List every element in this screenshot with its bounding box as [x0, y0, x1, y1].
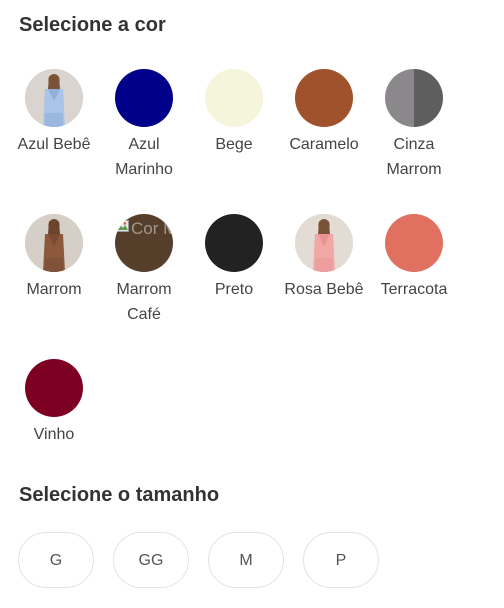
color-section-title: Selecione a cor — [19, 14, 166, 36]
color-option-bege[interactable]: Bege — [189, 69, 279, 157]
size-section-title: Selecione o tamanho — [19, 484, 220, 506]
color-circle — [205, 69, 263, 127]
color-circle — [25, 359, 83, 417]
color-option-terracota[interactable]: Terracota — [369, 214, 459, 302]
broken-image-thumbnail: Cor Marrom — [115, 214, 173, 272]
color-option-preto[interactable]: Preto — [189, 214, 279, 302]
product-photo-thumbnail — [25, 214, 83, 272]
color-option-azul-bebe[interactable]: Azul Bebê — [9, 69, 99, 157]
color-option-rosa-bebe[interactable]: Rosa Bebê — [279, 214, 369, 302]
broken-image-icon — [117, 220, 129, 232]
color-label: Azul Bebê — [17, 136, 91, 153]
color-option-cinza-marrom[interactable]: Cinza Marrom — [369, 69, 459, 182]
color-label: Cinza Marrom — [386, 136, 442, 178]
color-label: Terracota — [380, 281, 448, 298]
color-circle — [295, 69, 353, 127]
color-label: Rosa Bebê — [284, 281, 364, 298]
color-circle — [115, 69, 173, 127]
size-option-m[interactable]: M — [208, 532, 284, 588]
color-circle — [205, 214, 263, 272]
color-label: Bege — [215, 136, 253, 153]
size-option-p[interactable]: P — [303, 532, 379, 588]
color-option-marrom[interactable]: Marrom — [9, 214, 99, 302]
color-option-caramelo[interactable]: Caramelo — [279, 69, 369, 157]
color-label: Marrom Café — [116, 281, 172, 323]
broken-image-alt-text: Cor Marrom — [131, 219, 173, 238]
product-photo-thumbnail — [25, 69, 83, 127]
size-option-g[interactable]: G — [18, 532, 94, 588]
color-label: Caramelo — [289, 136, 359, 153]
color-circle — [385, 69, 443, 127]
product-photo-thumbnail — [295, 214, 353, 272]
color-option-marrom-cafe[interactable]: Cor Marrom Marrom Café — [99, 214, 189, 327]
color-label: Azul Marinho — [115, 136, 173, 178]
color-label: Preto — [214, 281, 254, 298]
size-option-gg[interactable]: GG — [113, 532, 189, 588]
color-label: Marrom — [26, 281, 82, 298]
color-circle — [385, 214, 443, 272]
color-option-vinho[interactable]: Vinho — [9, 359, 99, 447]
color-option-azul-marinho[interactable]: Azul Marinho — [99, 69, 189, 182]
color-label: Vinho — [33, 426, 75, 443]
